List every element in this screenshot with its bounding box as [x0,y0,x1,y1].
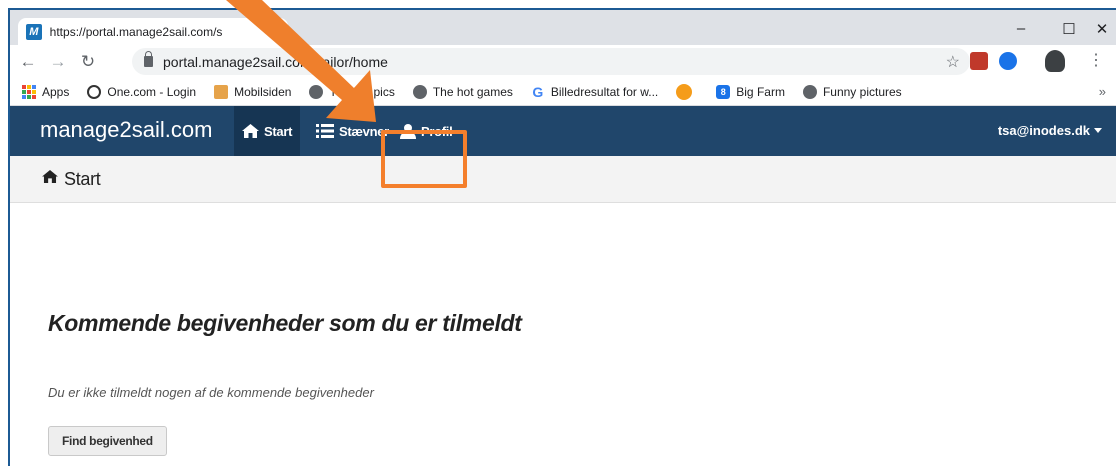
address-bar[interactable]: portal.manage2sail.com/sailor/home ☆ [132,48,970,75]
bookmarks-overflow-icon[interactable]: » [1099,84,1106,99]
url-text: portal.manage2sail.com/sailor/home [163,53,388,70]
browser-menu-icon[interactable]: ⋮ [1088,50,1104,70]
home-icon [42,170,58,188]
bookmark-label: Big Farm [736,84,785,99]
user-email: tsa@inodes.dk [997,123,1090,138]
tab-title: https://portal.manage2sail.com/s [49,24,223,39]
section-heading: Kommende begivenheder som du er tilmeldt [48,310,522,336]
sun-icon [676,83,693,100]
bookmark-label: The hot pics [329,84,395,99]
pdf-extension-icon[interactable] [970,52,988,70]
bookmark-label: One.com - Login [107,84,197,99]
minimize-button[interactable]: – [998,20,1044,37]
reload-icon[interactable]: ↻ [76,52,100,72]
back-icon[interactable]: ← [16,52,40,72]
tab-close-icon[interactable]: ✕ [269,24,280,40]
caret-down-icon [1094,128,1102,133]
empty-message: Du er ikke tilmeldt nogen af de kommende… [48,385,374,400]
bookmark-label: The hot games [432,84,513,99]
onecom-icon [87,84,102,99]
bookmarks-bar: Apps One.com - Login Mobilsiden The hot … [10,78,1116,106]
bookmark-label: Mobilsiden [234,84,292,99]
profil-highlight-box [381,130,467,188]
bookmark-funny-pictures[interactable]: Funny pictures [802,84,902,99]
bookmark-mobilsiden[interactable]: Mobilsiden [214,84,292,99]
site-navbar: manage2sail.com Start Stævner Profil tsa… [10,106,1116,156]
lock-icon [144,51,153,67]
home-icon [242,124,259,138]
profile-avatar-icon[interactable] [1045,50,1065,72]
globe-icon [412,84,427,99]
google-icon: G [532,83,544,100]
bookmark-label: Billedresultat for w... [550,84,659,99]
browser-tab[interactable]: M https://portal.manage2sail.com/s ✕ [18,18,288,45]
manage2sail-favicon-icon: M [26,23,42,40]
globe-icon [802,84,817,99]
maximize-button[interactable]: ☐ [1046,20,1092,38]
forward-icon[interactable]: → [46,52,70,72]
globe-icon [309,84,324,99]
browser-window: M https://portal.manage2sail.com/s ✕ – ☐… [8,8,1116,466]
close-window-button[interactable]: ✕ [1088,20,1116,38]
tab-strip: M https://portal.manage2sail.com/s ✕ – ☐… [10,10,1116,45]
browser-toolbar: ← → ↻ portal.manage2sail.com/sailor/home… [10,45,1116,78]
bigfarm-icon: 8 [716,84,731,99]
bookmark-hot-games[interactable]: The hot games [412,84,513,99]
page-header: Start [10,156,1116,203]
site-brand[interactable]: manage2sail.com [40,117,212,143]
bookmark-hot-pics[interactable]: The hot pics [309,84,395,99]
bookmark-label: Funny pictures [822,84,902,99]
list-icon [316,124,334,138]
bookmark-star-icon[interactable]: ☆ [946,52,960,72]
nav-start[interactable]: Start [234,106,301,156]
bookmark-onecom[interactable]: One.com - Login [87,84,197,99]
bookmark-sun[interactable] [676,83,698,100]
bookmark-big-farm[interactable]: 8 Big Farm [716,84,785,99]
page-title: Start [64,168,101,189]
apps-grid-icon [22,84,36,99]
bookmark-apps[interactable]: Apps [22,84,70,99]
mobilsiden-icon [214,84,229,99]
extension-icon[interactable] [999,52,1017,70]
main-content: Kommende begivenheder som du er tilmeldt… [48,203,1088,456]
nav-start-label: Start [264,123,293,139]
find-event-button[interactable]: Find begivenhed [48,426,167,456]
user-menu[interactable]: tsa@inodes.dk [998,123,1102,138]
bookmark-billedresultat[interactable]: G Billedresultat for w... [531,83,659,100]
bookmark-label: Apps [42,84,70,99]
